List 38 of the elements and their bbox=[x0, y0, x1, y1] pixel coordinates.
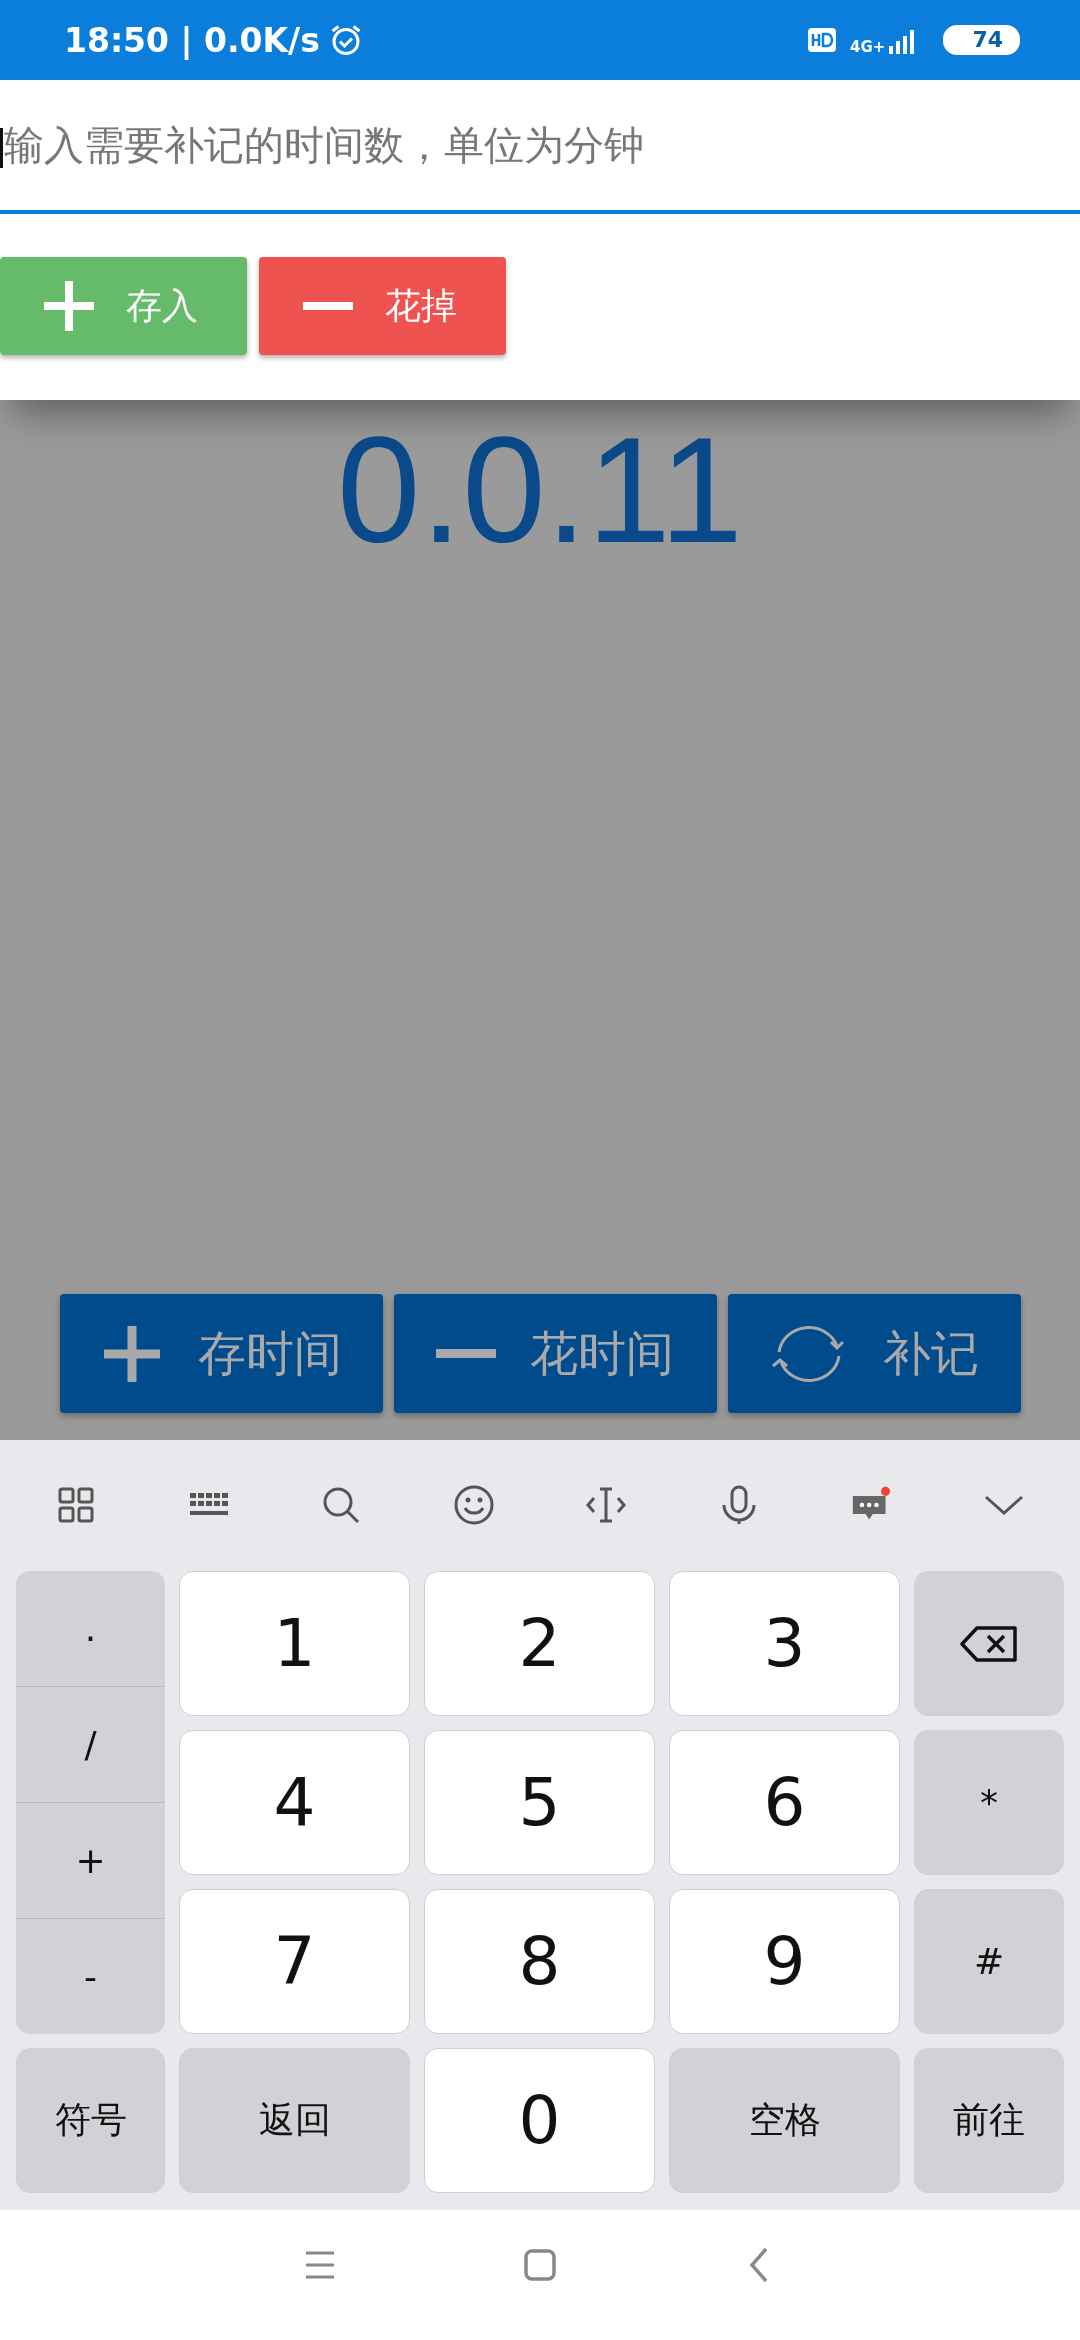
digit-key[interactable]: 3 bbox=[669, 1571, 900, 1716]
keyboard-key[interactable]: * bbox=[914, 1730, 1064, 1875]
digit-key[interactable]: 4 bbox=[179, 1730, 410, 1875]
grid-icon[interactable] bbox=[56, 1485, 97, 1525]
emoji-icon[interactable] bbox=[453, 1485, 494, 1525]
minutes-input[interactable]: 输入需要补记的时间数，单位为分钟 bbox=[0, 80, 1080, 214]
digit-key[interactable]: 9 bbox=[669, 1889, 900, 2034]
keyboard-key[interactable]: 前往 bbox=[914, 2048, 1064, 2193]
action-button[interactable]: 补记 bbox=[727, 1294, 1021, 1413]
search-icon[interactable] bbox=[321, 1485, 362, 1525]
battery-indicator: 74 bbox=[943, 25, 1020, 55]
action-button[interactable]: 花时间 bbox=[393, 1294, 717, 1413]
symbol-key[interactable]: . bbox=[16, 1571, 165, 1687]
digit-key[interactable]: 5 bbox=[424, 1730, 655, 1875]
keyboard-key[interactable]: 空格 bbox=[669, 2048, 900, 2193]
backspace-icon bbox=[959, 1623, 1019, 1664]
network-type: 4G+ bbox=[850, 38, 886, 56]
digit-key[interactable]: 8 bbox=[424, 1889, 655, 2034]
counter-display: 0.0.11 bbox=[337, 410, 743, 570]
status-time: 18:50 | 0.0K/s bbox=[64, 20, 320, 60]
text-cursor-icon[interactable] bbox=[586, 1485, 627, 1525]
digit-key[interactable]: 1 bbox=[179, 1571, 410, 1716]
minus-icon bbox=[436, 1349, 496, 1358]
hd-icon bbox=[808, 28, 837, 52]
digit-key[interactable]: 0 bbox=[424, 2048, 655, 2193]
backspace-key[interactable] bbox=[914, 1571, 1064, 1716]
digit-key[interactable]: 7 bbox=[179, 1889, 410, 2034]
symbol-key[interactable]: - bbox=[16, 1919, 165, 2034]
digit-key[interactable]: 6 bbox=[669, 1730, 900, 1875]
symbol-key[interactable]: + bbox=[16, 1803, 165, 1919]
keyboard-key[interactable]: 符号 bbox=[16, 2048, 165, 2193]
plus-icon bbox=[44, 281, 94, 331]
symbol-key[interactable]: / bbox=[16, 1687, 165, 1803]
keyboard-key[interactable]: 返回 bbox=[179, 2048, 410, 2193]
action-button[interactable]: 存时间 bbox=[59, 1294, 383, 1413]
keyboard-key[interactable]: # bbox=[914, 1889, 1064, 2034]
digit-key[interactable]: 2 bbox=[424, 1571, 655, 1716]
minus-icon bbox=[303, 302, 353, 310]
